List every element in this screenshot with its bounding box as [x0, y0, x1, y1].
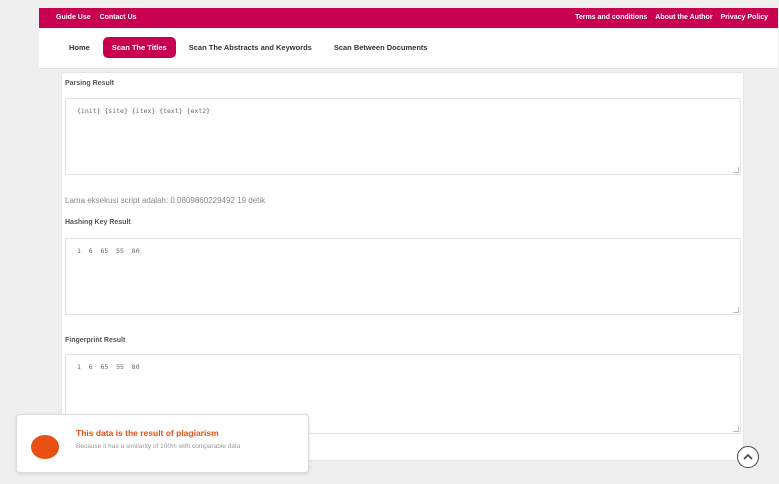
top-bar-right-links: Terms and conditions About the Author Pr… — [569, 14, 768, 21]
fingerprint-value: 1 6 65 55 80 — [77, 363, 140, 371]
resize-handle[interactable] — [733, 426, 739, 432]
guide-use-link[interactable]: Guide Use — [56, 14, 91, 21]
top-bar-left-links: Guide Use Contact Us — [56, 14, 144, 21]
fingerprint-label: Fingerprint Result — [65, 337, 126, 344]
nav-home[interactable]: Home — [60, 37, 99, 58]
alert-message: Because it has a similarity of 100% with… — [76, 443, 241, 450]
main-navbar: Home Scan The Titles Scan The Abstracts … — [39, 28, 778, 69]
hashing-key-value: 1 6 65 55 80 — [77, 247, 140, 255]
parsing-result-textarea[interactable]: {init} {site} {itex} {text} {ext2} — [65, 98, 741, 175]
nav-scan-titles[interactable]: Scan The Titles — [102, 37, 176, 58]
nav-scan-documents[interactable]: Scan Between Documents — [325, 37, 437, 58]
parsing-result-label: Parsing Result — [65, 80, 115, 87]
resize-handle[interactable] — [733, 167, 739, 173]
execution-time-text: Lama eksekusi script adalah: 0.080986022… — [65, 196, 266, 205]
alert-dot-icon — [31, 435, 59, 459]
chevron-up-icon — [743, 453, 753, 460]
privacy-policy-link[interactable]: Privacy Policy — [721, 14, 768, 21]
about-author-link[interactable]: About the Author — [655, 14, 712, 21]
resize-handle[interactable] — [733, 307, 739, 313]
results-card: Parsing Result {init} {site} {itex} {tex… — [61, 72, 744, 461]
scroll-to-top-button[interactable] — [737, 446, 759, 468]
terms-link[interactable]: Terms and conditions — [575, 14, 647, 21]
parsing-result-value: {init} {site} {itex} {text} {ext2} — [77, 107, 211, 115]
hashing-key-label: Hashing Key Result — [65, 219, 131, 226]
plagiarism-alert-toast[interactable]: This data is the result of plagiarism Be… — [16, 414, 309, 473]
hashing-key-textarea[interactable]: 1 6 65 55 80 — [65, 238, 741, 315]
nav-tabs: Home Scan The Titles Scan The Abstracts … — [60, 37, 441, 58]
nav-scan-abstracts[interactable]: Scan The Abstracts and Keywords — [180, 37, 321, 58]
alert-title: This data is the result of plagiarism — [76, 428, 219, 438]
contact-us-link[interactable]: Contact Us — [100, 14, 137, 21]
top-bar: Guide Use Contact Us Terms and condition… — [39, 8, 778, 28]
